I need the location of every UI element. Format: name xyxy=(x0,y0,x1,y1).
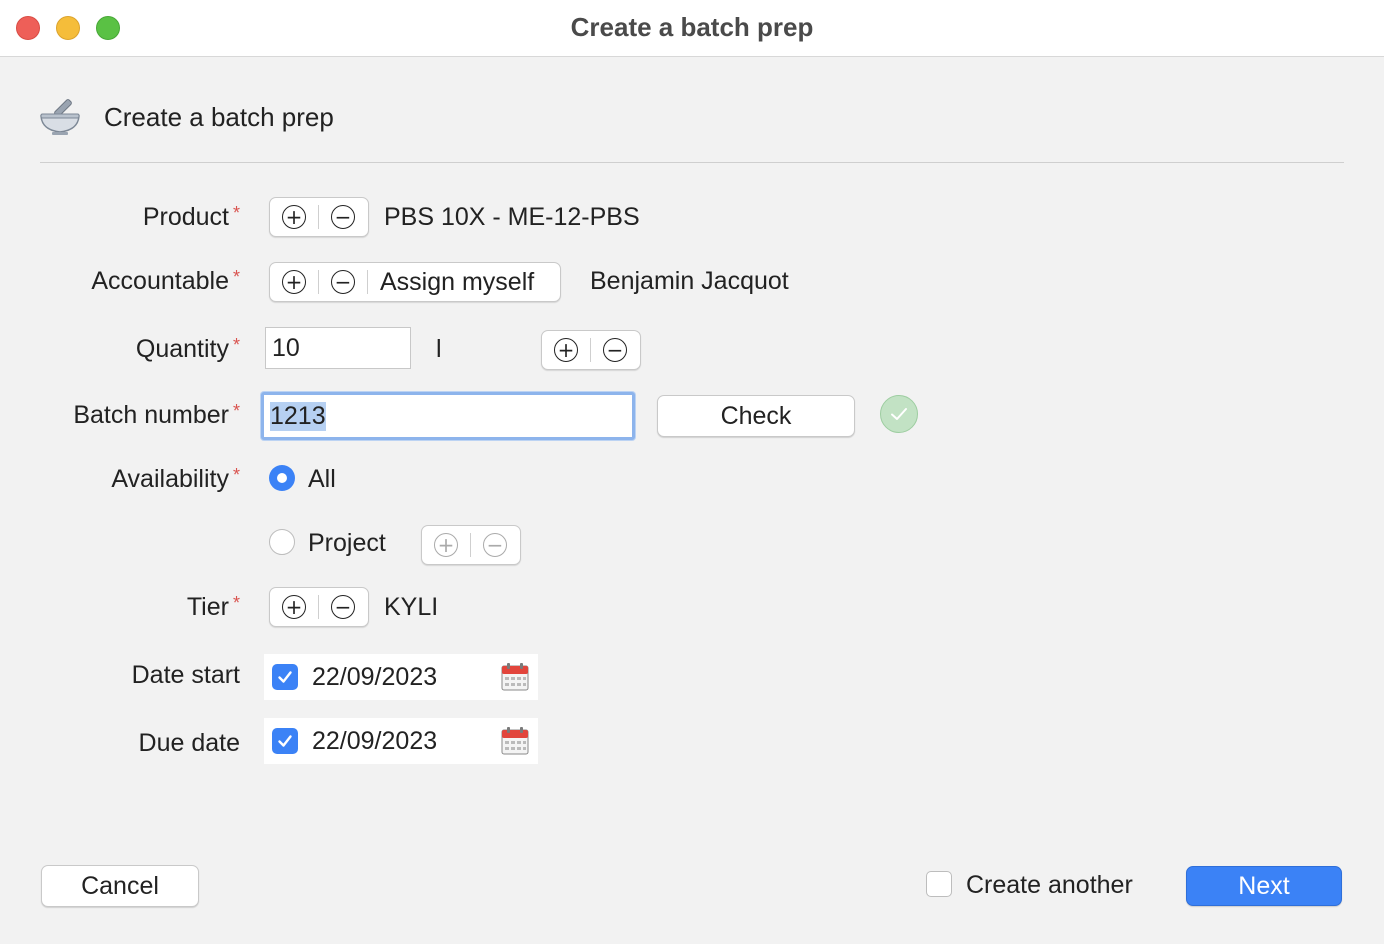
accountable-control: + − Assign myself xyxy=(269,262,561,302)
cancel-button[interactable]: Cancel xyxy=(41,865,199,907)
minus-icon: − xyxy=(603,338,627,362)
product-value: PBS 10X - ME-12-PBS xyxy=(384,203,640,231)
availability-all-radio[interactable] xyxy=(269,465,295,491)
header-divider xyxy=(40,162,1344,163)
project-add-button[interactable]: + xyxy=(422,526,470,564)
mortar-pestle-icon xyxy=(40,99,80,135)
create-another-label: Create another xyxy=(966,871,1133,899)
accountable-value: Benjamin Jacquot xyxy=(590,267,789,295)
tier-value: KYLI xyxy=(384,593,439,621)
accountable-add-button[interactable]: + xyxy=(270,263,318,301)
tier-add-remove-control: + − xyxy=(269,587,369,627)
title-bar: Create a batch prep xyxy=(0,0,1384,57)
required-marker: * xyxy=(232,335,240,355)
minus-icon: − xyxy=(483,533,507,557)
window-title: Create a batch prep xyxy=(570,12,814,42)
plus-icon: + xyxy=(554,338,578,362)
calendar-icon[interactable] xyxy=(500,726,530,756)
required-marker: * xyxy=(232,267,240,287)
quantity-unit: l xyxy=(436,335,442,363)
availability-project-radio[interactable] xyxy=(269,529,295,555)
quantity-label: Quantity * xyxy=(135,335,240,363)
date-start-field[interactable]: 22/09/2023 xyxy=(312,663,500,692)
plus-icon: + xyxy=(282,270,306,294)
due-date-picker: 22/09/2023 xyxy=(264,718,538,764)
plus-icon: + xyxy=(282,205,306,229)
tier-add-button[interactable]: + xyxy=(270,588,318,626)
required-marker: * xyxy=(232,593,240,613)
availability-all-label: All xyxy=(308,465,336,493)
project-remove-button[interactable]: − xyxy=(471,526,519,564)
create-another-checkbox[interactable] xyxy=(926,871,952,897)
calendar-icon[interactable] xyxy=(500,662,530,692)
quantity-input[interactable]: 10 xyxy=(265,327,411,369)
accountable-remove-button[interactable]: − xyxy=(319,263,367,301)
due-date-label: Due date xyxy=(138,729,240,757)
quantity-add-remove-control: + − xyxy=(541,330,641,370)
minus-icon: − xyxy=(331,270,355,294)
batch-number-selected-text: 1213 xyxy=(270,401,326,431)
product-add-remove-control: + − xyxy=(269,197,369,237)
tier-label: Tier * xyxy=(186,593,240,621)
plus-icon: + xyxy=(434,533,458,557)
required-marker: * xyxy=(232,401,240,421)
quantity-remove-button[interactable]: − xyxy=(591,331,639,369)
tier-remove-button[interactable]: − xyxy=(319,588,367,626)
next-button[interactable]: Next xyxy=(1186,866,1342,906)
assign-myself-button[interactable]: Assign myself xyxy=(368,268,546,297)
due-date-field[interactable]: 22/09/2023 xyxy=(312,727,500,756)
required-marker: * xyxy=(232,203,240,223)
quantity-add-button[interactable]: + xyxy=(542,331,590,369)
availability-label: Availability * xyxy=(111,465,240,493)
product-add-button[interactable]: + xyxy=(270,198,318,236)
checkmark-icon xyxy=(880,395,918,433)
batch-number-input[interactable]: 1213 xyxy=(261,392,635,440)
minus-icon: − xyxy=(331,205,355,229)
product-remove-button[interactable]: − xyxy=(319,198,367,236)
batch-number-label: Batch number * xyxy=(73,401,240,429)
project-add-remove-control: + − xyxy=(421,525,521,565)
check-button[interactable]: Check xyxy=(657,395,855,437)
minus-icon: − xyxy=(331,595,355,619)
dialog-heading: Create a batch prep xyxy=(104,102,334,132)
product-label: Product * xyxy=(142,203,240,231)
date-start-picker: 22/09/2023 xyxy=(264,654,538,700)
due-date-checkbox[interactable] xyxy=(272,728,298,754)
date-start-label: Date start xyxy=(131,661,240,689)
date-start-checkbox[interactable] xyxy=(272,664,298,690)
accountable-label: Accountable * xyxy=(91,267,240,295)
plus-icon: + xyxy=(282,595,306,619)
required-marker: * xyxy=(232,465,240,485)
availability-project-label: Project xyxy=(308,529,386,557)
